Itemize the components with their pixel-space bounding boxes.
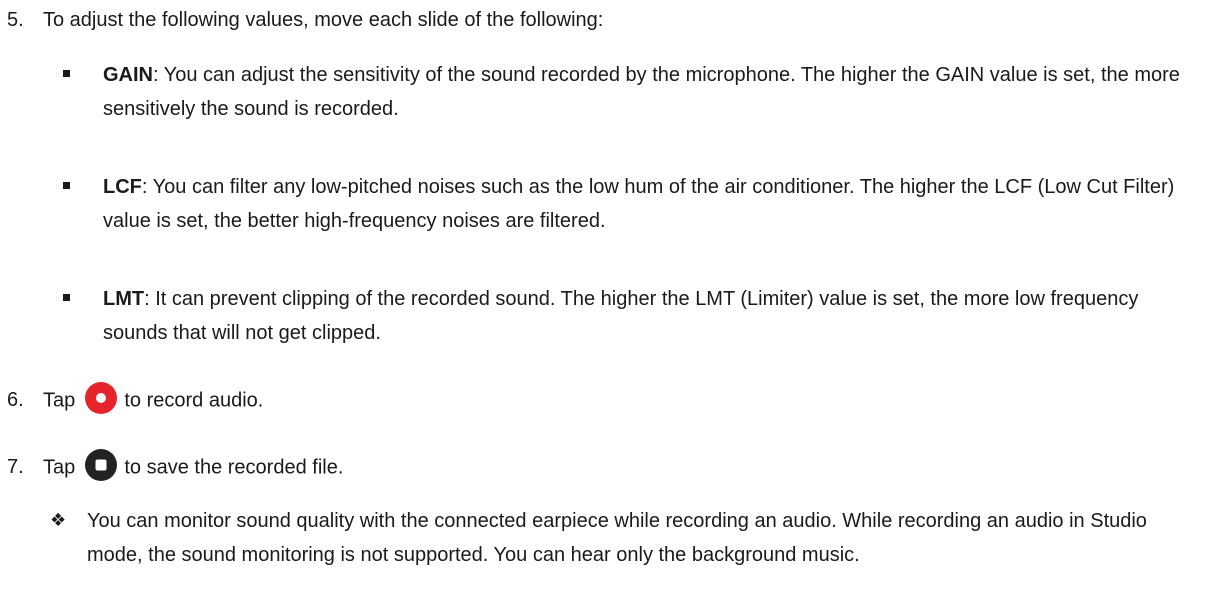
step-6: 6. Tap to record audio. bbox=[7, 382, 264, 414]
step-number: 6. bbox=[7, 389, 24, 412]
bullet-text: : You can filter any low-pitched noises … bbox=[103, 176, 1175, 232]
bullet-gain: GAIN: You can adjust the sensitivity of … bbox=[63, 58, 1193, 126]
step-number: 7. bbox=[7, 456, 24, 479]
bullet-lmt: LMT: It can prevent clipping of the reco… bbox=[63, 282, 1193, 350]
note-text: You can monitor sound quality with the c… bbox=[87, 510, 1147, 566]
square-bullet-icon bbox=[63, 294, 70, 301]
square-bullet-icon bbox=[63, 182, 70, 189]
step-tap-label: Tap bbox=[43, 456, 76, 479]
square-bullet-icon bbox=[63, 70, 70, 77]
bullet-text: : You can adjust the sensitivity of the … bbox=[103, 64, 1180, 120]
step-5: 5. To adjust the following values, move e… bbox=[7, 8, 603, 32]
step-text: To adjust the following values, move eac… bbox=[43, 9, 604, 31]
note-block: ❖ You can monitor sound quality with the… bbox=[50, 504, 1187, 572]
bullet-lcf: LCF: You can filter any low-pitched nois… bbox=[63, 170, 1193, 238]
step-number: 5. bbox=[7, 9, 24, 31]
diamond-bullet-icon: ❖ bbox=[50, 510, 67, 531]
bullet-term: GAIN bbox=[103, 64, 153, 86]
step-7: 7. Tap to save the recorded file. bbox=[7, 449, 344, 481]
record-icon bbox=[84, 382, 117, 414]
step-text: to record audio. bbox=[124, 389, 264, 412]
bullet-text: : It can prevent clipping of the recorde… bbox=[103, 288, 1139, 344]
stop-icon bbox=[84, 449, 117, 481]
step-tap-label: Tap bbox=[43, 389, 76, 412]
step-text: to save the recorded file. bbox=[124, 456, 344, 479]
bullet-term: LMT bbox=[103, 288, 145, 310]
bullet-term: LCF bbox=[103, 176, 142, 198]
